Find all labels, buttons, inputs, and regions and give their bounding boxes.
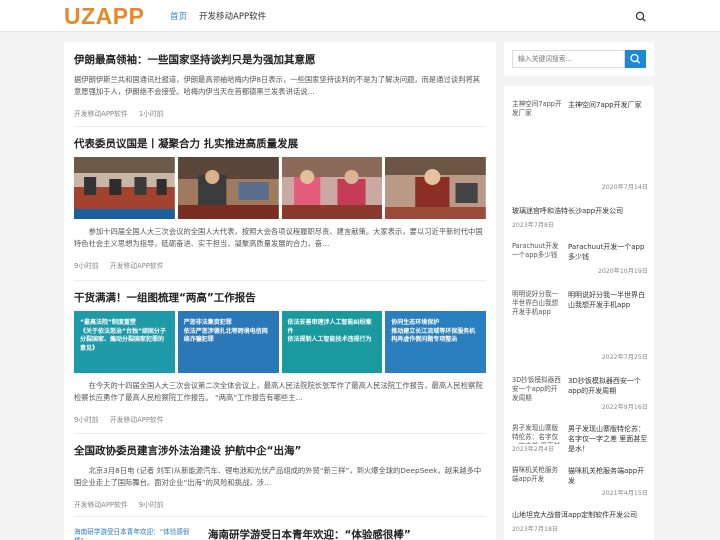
search-icon[interactable] (634, 10, 648, 24)
article-thumbnails (74, 157, 486, 219)
sidebar-article-list: 主神空间7app开发厂家 主神空间7app开发厂家 2020年7月14日 玻璃迷… (504, 86, 654, 540)
divider (74, 280, 486, 281)
sidebar-item-date: 2021年4月15日 (601, 490, 648, 497)
sidebar-item-date: 2020年7月14日 (601, 184, 648, 191)
thumbnail-image[interactable] (74, 157, 175, 219)
article-category[interactable]: 开发移动APP软件 (74, 110, 128, 118)
sidebar-item-image[interactable]: 3D抄饭模拟器西安一个app的开发周期 (512, 376, 562, 403)
thumbnail-image[interactable]: 依法妥善审理涉人工智能纠纷案件 依法规制人工智能技术违规行为 (281, 311, 383, 373)
thumbnail-image[interactable] (385, 157, 486, 219)
sidebar-item-date: 2022年9月16日 (601, 404, 648, 411)
article-time: 9小时前 (74, 416, 99, 424)
search-input[interactable] (512, 50, 625, 68)
article-category[interactable]: 开发移动APP软件 (74, 501, 128, 509)
article-title[interactable]: 海南研学游受日本青年欢迎：“体验感很棒” (208, 528, 411, 540)
sidebar-item-title[interactable]: 主神空间7app开发厂家 (568, 100, 650, 110)
search-icon (630, 53, 641, 64)
sidebar-item-image[interactable]: 男子发现山寨版特伦苏：名字仅一字之差 里面甚至是水！ (512, 424, 562, 444)
site-logo[interactable]: UZAPP (64, 3, 144, 30)
sidebar-item-image[interactable]: 主神空间7app开发厂家 (512, 100, 562, 118)
article-meta: 9小时前 开发移动APP软件 (74, 260, 486, 270)
sidebar-item[interactable]: 男子发现山寨版特伦苏：名字仅一字之差 里面甚至是水！ 男子发现山寨版特伦苏：名字… (512, 424, 648, 460)
panel-text: 协同生态环境保护 推动建立长江流域等环保服务机构弄虚作假问题专项整治 (391, 319, 476, 343)
sidebar-item[interactable]: 主神空间7app开发厂家 主神空间7app开发厂家 2020年7月14日 (512, 100, 650, 191)
sidebar-item-title[interactable]: 猫咪机关枪服务端app开发 (568, 466, 650, 486)
panel-text: 依法妥善审理涉人工智能纠纷案件 依法规制人工智能技术违规行为 (287, 319, 372, 343)
sidebar-item[interactable]: 明明说好分我一半世界白山我想开发手机app 明明说好分我一半世界白山我想开发手机… (512, 290, 650, 361)
article-time: 9小时前 (138, 501, 164, 509)
divider (74, 126, 486, 127)
sidebar-item-image[interactable]: 猫咪机关枪服务端app开发 (512, 466, 562, 484)
article-item[interactable]: 代表委员议国是丨凝聚合力 扎实推进高质量发展 参加十四届全国人大三次会议的全国人… (74, 137, 486, 270)
article-title[interactable]: 伊朗最高领袖：一些国家坚持谈判只是为强加其意愿 (74, 53, 486, 67)
divider (74, 516, 486, 517)
article-title[interactable]: 干货满满！一组图梳理“两高”工作报告 (74, 291, 486, 305)
divider (74, 433, 486, 434)
sidebar-item-title[interactable]: Parachuut开发一个app多少钱 (568, 242, 650, 262)
thumbnail-image[interactable] (177, 157, 279, 219)
thumbnail-image[interactable]: 严惩非法集资犯罪 依法严惩涉德扎北等跨境电信网络诈骗犯罪 (177, 311, 279, 373)
sidebar-item-date: 2020年10月19日 (597, 268, 648, 275)
article-excerpt: 参加十四届全国人大三次会议的全国人大代表，按照大会各项议程履职尽责、建言献策。大… (74, 227, 483, 248)
sidebar-item-title[interactable]: 山地坦克大战普洱app定制软件开发公司 (512, 510, 650, 520)
sidebar-item-title[interactable]: 明明说好分我一半世界白山我想开发手机app (568, 290, 650, 310)
sidebar-item-date: 2023年7月8日 (512, 222, 555, 229)
sidebar-item-title[interactable]: 男子发现山寨版特伦苏：名字仅一字之差 里面甚至是水！ (568, 424, 650, 454)
article-item[interactable]: 全国政协委员建言涉外法治建设 护航中企“出海” 北京3月8日电 (记者 刘军)从… (74, 444, 486, 509)
sidebar-item-image[interactable]: Parachuut开发一个app多少钱 (512, 242, 562, 260)
article-title[interactable]: 全国政协委员建言涉外法治建设 护航中企“出海” (74, 444, 486, 458)
article-thumbnails: “最高法院”制度重塑 《关于依法惩治“台独”顽固分子分裂国家、煽动分裂国家犯罪的… (74, 311, 486, 373)
article-excerpt: 在今天的十四届全国人大三次会议第二次全体会议上，最高人民法院院长张军作了最高人民… (74, 381, 483, 402)
article-item[interactable]: 干货满满！一组图梳理“两高”工作报告 “最高法院”制度重塑 《关于依法惩治“台独… (74, 291, 486, 424)
sidebar-item-title[interactable]: 3D抄饭模拟器西安一个app的开发周期 (568, 376, 650, 396)
thumbnail-image[interactable]: “最高法院”制度重塑 《关于依法惩治“台独”顽固分子分裂国家、煽动分裂国家犯罪的… (74, 311, 175, 373)
article-time: 1小时前 (138, 110, 164, 118)
thumbnail-image[interactable]: 协同生态环境保护 推动建立长江流域等环保服务机构弄虚作假问题专项整治 (385, 311, 486, 373)
article-item[interactable]: 伊朗最高领袖：一些国家坚持谈判只是为强加其意愿 据伊朗伊斯兰共和国通讯社报道，伊… (74, 53, 486, 118)
article-time: 9小时前 (74, 262, 99, 270)
panel-text: “最高法院”制度重塑 《关于依法惩治“台独”顽固分子分裂国家、煽动分裂国家犯罪的… (80, 319, 166, 352)
sidebar-search (504, 42, 654, 76)
sidebar-item-date: 2023年7月18日 (512, 526, 559, 533)
article-image[interactable]: 海南研学游受日本青年欢迎：“体验感很棒” (74, 528, 196, 540)
sidebar-item[interactable]: 猫咪机关枪服务端app开发 猫咪机关枪服务端app开发 2021年4月15日 (512, 466, 650, 497)
search-button[interactable] (625, 50, 646, 68)
site-header: UZAPP 首页 开发移动APP软件 (0, 0, 720, 32)
article-title[interactable]: 代表委员议国是丨凝聚合力 扎实推进高质量发展 (74, 137, 486, 151)
article-excerpt: 据伊朗伊斯兰共和国通讯社报道，伊朗最高领袖哈梅内伊8日表示，一些国家坚持谈判的不… (74, 75, 480, 96)
sidebar-item-date: 2022年7月25日 (601, 354, 648, 361)
sidebar-item-title[interactable]: 玻璃迷宫呼和浩特长沙app开发公司 (512, 206, 650, 216)
sidebar-item[interactable]: Parachuut开发一个app多少钱 Parachuut开发一个app多少钱 … (512, 242, 648, 276)
article-list: 伊朗最高领袖：一些国家坚持谈判只是为强加其意愿 据伊朗伊斯兰共和国通讯社报道，伊… (64, 42, 496, 540)
article-excerpt: 北京3月8日电 (记者 刘军)从新能源汽车、锂电池和光伏产品组成的外贸“新三样”… (74, 466, 482, 487)
sidebar-item-image[interactable]: 明明说好分我一半世界白山我想开发手机app (512, 290, 562, 317)
thumbnail-image[interactable] (281, 157, 383, 219)
article-meta: 开发移动APP软件 1小时前 (74, 108, 486, 118)
article-meta: 开发移动APP软件 9小时前 (74, 499, 486, 509)
panel-text: 严惩非法集资犯罪 依法严惩涉德扎北等跨境电信网络诈骗犯罪 (183, 319, 268, 343)
sidebar-item[interactable]: 3D抄饭模拟器西安一个app的开发周期 3D抄饭模拟器西安一个app的开发周期 … (512, 376, 650, 411)
sidebar-item-date: 2023年2月4日 (512, 446, 555, 453)
article-category[interactable]: 开发移动APP软件 (110, 416, 164, 424)
article-category[interactable]: 开发移动APP软件 (110, 262, 164, 270)
nav-app-dev[interactable]: 开发移动APP软件 (199, 10, 266, 22)
nav-home[interactable]: 首页 (170, 10, 187, 22)
article-meta: 9小时前 开发移动APP软件 (74, 414, 486, 424)
